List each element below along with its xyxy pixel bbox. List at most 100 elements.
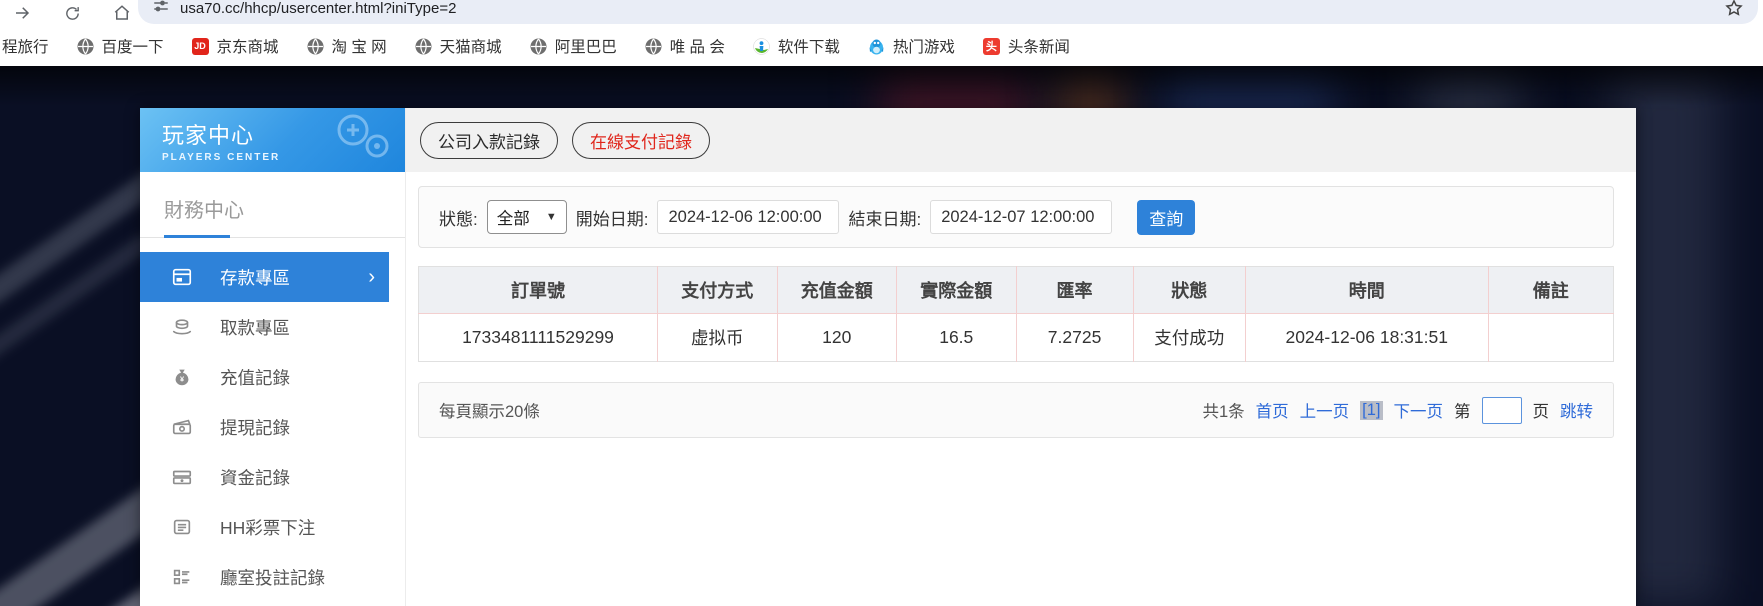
column-header-order-no: 訂單號 <box>418 266 658 314</box>
tab-strip: 公司入款記錄 在線支付記錄 <box>406 108 1636 172</box>
hand-coins-icon <box>170 315 194 339</box>
sidebar-item-withdrawal-records[interactable]: 提現記錄 <box>140 402 405 452</box>
software-download-icon <box>753 37 770 55</box>
start-date-input[interactable] <box>657 200 840 234</box>
start-date-label: 開始日期: <box>575 209 649 229</box>
sidebar-item-recharge-records[interactable]: ¥ 充值記錄 <box>140 352 405 402</box>
column-header-pay-method: 支付方式 <box>657 266 778 314</box>
sidebar-item-hall-bet-records[interactable]: 廳室投註記錄 <box>140 552 405 602</box>
sidebar-item-label: 廳室投註記錄 <box>220 567 325 588</box>
globe-icon <box>307 38 324 55</box>
background-top-shade <box>0 66 1763 106</box>
bookmarks-bar: 程旅行 百度一下 JD 京东商城 淘 宝 网 天猫商城 阿里巴巴 唯 品 会 软 <box>0 26 1763 66</box>
reload-icon[interactable] <box>62 3 82 23</box>
current-page-indicator: [1] <box>1360 400 1383 420</box>
bookmark-label: 京东商城 <box>216 39 279 56</box>
page-jump-input[interactable] <box>1481 396 1522 424</box>
table-header-row: 訂單號 支付方式 充值金額 實際金額 匯率 狀態 時間 備註 <box>418 266 1614 314</box>
cell-rate: 7.2725 <box>1016 313 1134 362</box>
bookmark-label: 阿里巴巴 <box>554 39 617 56</box>
site-settings-icon[interactable] <box>152 0 170 20</box>
sidebar-nav: 存款專區 › 取款專區 ¥ 充值記錄 提現記錄 資金記錄 HH彩票下注 廳室投註… <box>140 252 405 602</box>
bookmark-games[interactable]: 热门游戏 <box>868 35 955 57</box>
tab-online-payment-records[interactable]: 在線支付記錄 <box>572 121 710 159</box>
address-bar[interactable]: usa70.cc/hhcp/usercenter.html?iniType=2 <box>138 0 1758 24</box>
total-count-text: 共1条 <box>1202 403 1245 421</box>
bookmark-jd[interactable]: JD 京东商城 <box>191 35 279 57</box>
forward-icon[interactable] <box>12 3 32 23</box>
sidebar-item-label: HH彩票下注 <box>220 517 316 538</box>
records-content: 狀態: 全部 ▼ 開始日期: 結束日期: 查詢 <box>406 172 1636 606</box>
bookmark-baidu[interactable]: 百度一下 <box>77 35 164 57</box>
bookmark-label: 软件下载 <box>777 39 840 56</box>
end-date-input[interactable] <box>930 200 1113 234</box>
status-label: 狀態: <box>439 209 478 229</box>
screen: usa70.cc/hhcp/usercenter.html?iniType=2 … <box>0 0 1763 606</box>
chevron-down-icon: ▼ <box>545 211 557 223</box>
bookmark-star-icon[interactable] <box>1724 0 1744 18</box>
cell-recharge-amount: 120 <box>777 313 897 362</box>
sidebar-item-lottery-bets[interactable]: HH彩票下注 <box>140 502 405 552</box>
gamepad-icon <box>325 112 395 172</box>
deposit-machine-icon <box>170 265 194 289</box>
globe-icon <box>77 38 94 55</box>
home-icon[interactable] <box>112 3 132 23</box>
list-icon <box>170 515 194 539</box>
column-header-remark: 備註 <box>1488 266 1614 314</box>
sidebar-item-deposit-zone[interactable]: 存款專區 › <box>140 252 389 302</box>
bookmark-toutiao[interactable]: 头 头条新闻 <box>982 35 1070 57</box>
section-title: 財務中心 <box>164 200 244 222</box>
cash-stack-icon <box>170 465 194 489</box>
bookmark-label: 百度一下 <box>101 39 164 56</box>
bookmark-alibaba[interactable]: 阿里巴巴 <box>530 35 617 57</box>
bookmark-label: 头条新闻 <box>1007 39 1070 56</box>
background-streak <box>0 231 155 379</box>
url-text: usa70.cc/hhcp/usercenter.html?iniType=2 <box>180 0 457 17</box>
next-page-link[interactable]: 下一页 <box>1394 398 1444 422</box>
table-row: 1733481111529299 虚拟币 120 16.5 7.2725 支付成… <box>418 313 1614 362</box>
finance-section: 財務中心 <box>140 172 405 223</box>
banknote-icon <box>170 415 194 439</box>
browser-nav-icons <box>0 3 132 23</box>
bookmark-label: 淘 宝 网 <box>331 39 387 56</box>
jump-button[interactable]: 跳转 <box>1560 398 1593 422</box>
cell-status: 支付成功 <box>1133 313 1246 362</box>
toutiao-icon: 头 <box>982 37 1000 55</box>
bookmark-trip[interactable]: 程旅行 <box>2 35 49 57</box>
bookmark-vip[interactable]: 唯 品 会 <box>645 35 725 57</box>
prev-page-link[interactable]: 上一页 <box>1300 398 1350 422</box>
jump-suffix-label: 页 <box>1532 403 1550 421</box>
cell-pay-method: 虚拟币 <box>657 313 778 362</box>
page-background: 玩家中心 PLAYERS CENTER 財務中心 存款專區 › 取款專區 ¥ 充… <box>0 66 1763 606</box>
sidebar-item-funds-records[interactable]: 資金記錄 <box>140 452 405 502</box>
sidebar-item-withdraw-zone[interactable]: 取款專區 <box>140 302 405 352</box>
column-header-recharge-amount: 充值金額 <box>777 266 897 314</box>
main-content: 公司入款記錄 在線支付記錄 狀態: 全部 ▼ 開始日期: 結束日期: <box>406 108 1636 606</box>
sidebar-item-label: 資金記錄 <box>220 467 290 488</box>
sidebar-item-label: 取款專區 <box>220 317 290 338</box>
bookmark-software[interactable]: 软件下载 <box>753 35 840 57</box>
sidebar-item-label: 充值記錄 <box>220 367 290 388</box>
end-date-label: 結束日期: <box>848 209 922 229</box>
tab-company-deposit-records[interactable]: 公司入款記錄 <box>420 121 558 159</box>
jump-prefix-label: 第 <box>1454 403 1471 421</box>
browser-toolbar: usa70.cc/hhcp/usercenter.html?iniType=2 <box>0 0 1763 26</box>
jd-icon: JD <box>191 37 209 55</box>
first-page-link[interactable]: 首页 <box>1256 398 1289 422</box>
bookmark-taobao[interactable]: 淘 宝 网 <box>307 35 387 57</box>
cell-time: 2024-12-06 18:31:51 <box>1245 313 1489 362</box>
cell-actual-amount: 16.5 <box>896 313 1017 362</box>
records-table: 訂單號 支付方式 充值金額 實際金額 匯率 狀態 時間 備註 173348111… <box>418 266 1614 362</box>
chevron-right-icon: › <box>368 266 375 288</box>
money-bag-icon: ¥ <box>170 365 194 389</box>
globe-icon <box>645 38 662 55</box>
column-header-rate: 匯率 <box>1016 266 1134 314</box>
bookmark-tmall[interactable]: 天猫商城 <box>415 35 502 57</box>
section-divider <box>140 235 405 238</box>
page-size-text: 每頁顯示20條 <box>439 403 540 421</box>
search-button[interactable]: 查詢 <box>1137 199 1196 235</box>
sidebar-item-label: 存款專區 <box>220 267 290 288</box>
status-select[interactable]: 全部 ▼ <box>486 200 567 234</box>
user-center-panel: 玩家中心 PLAYERS CENTER 財務中心 存款專區 › 取款專區 ¥ 充… <box>140 108 1636 606</box>
bookmark-label: 天猫商城 <box>439 39 502 56</box>
